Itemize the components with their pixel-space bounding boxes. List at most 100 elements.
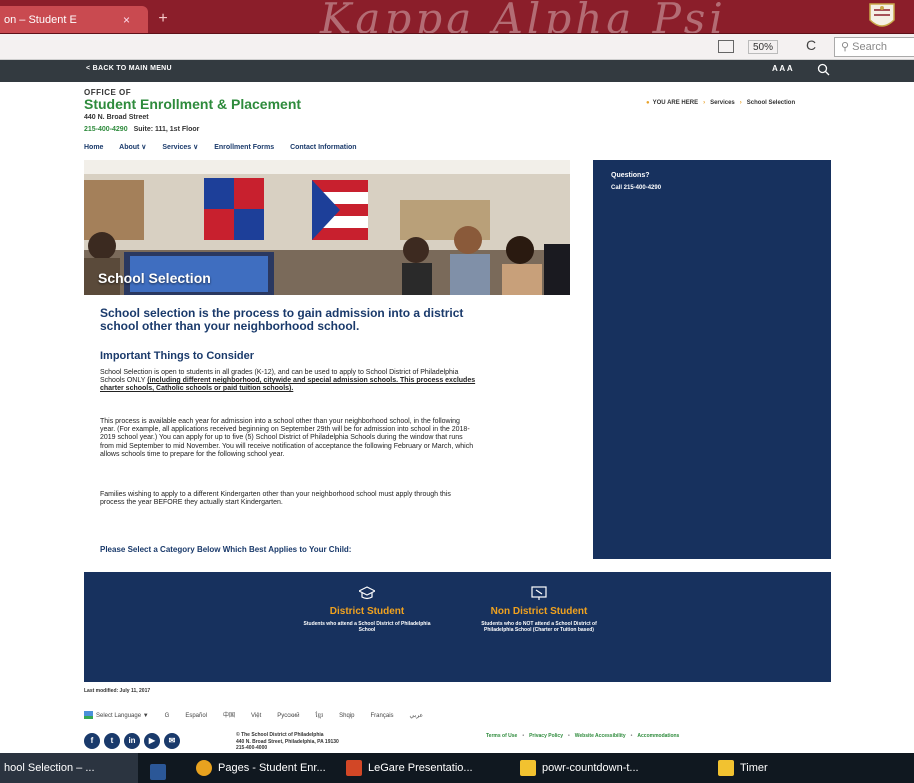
browser-tab[interactable]: on – Student E × [0, 6, 148, 33]
language-link[interactable]: Español [185, 713, 207, 719]
taskbar-item-word[interactable] [150, 753, 178, 783]
taskbar-item-label: powr-countdown-t... [542, 762, 639, 774]
browser-nav-bar: 50% C ⚲ Search [0, 34, 914, 60]
taskbar-item-powerpoint[interactable]: LeGare Presentatio... [346, 753, 496, 783]
browser-tab-bar: on – Student E × + Kappa Alpha Psi [0, 0, 914, 34]
footer-separator: • [522, 733, 525, 739]
footer-separator: • [568, 733, 570, 739]
hero-banner: School Selection [84, 160, 570, 295]
language-bar: Select Language ▼ G Español 中国 Việt Русский ខ្… [84, 710, 439, 720]
folder-icon [520, 760, 536, 777]
theme-crest-icon [869, 3, 895, 27]
breadcrumb-separator-icon: › [703, 100, 706, 106]
non-district-student-card[interactable]: Non District Student Students who do NOT… [474, 572, 604, 633]
email-icon[interactable]: ✉ [164, 733, 180, 749]
eligibility-paragraph: School Selection is open to students in … [100, 369, 476, 394]
district-student-title[interactable]: District Student [302, 606, 432, 618]
district-address-block: © The School District of Philadelphia 44… [236, 732, 339, 752]
language-link[interactable]: Français [371, 713, 394, 719]
folder-icon [718, 760, 734, 777]
district-student-description: Students who attend a School District of… [303, 621, 431, 633]
hero-title: School Selection [98, 270, 211, 286]
language-link[interactable]: 中国 [223, 713, 235, 719]
select-category-heading: Please Select a Category Below Which Bes… [100, 545, 352, 554]
eligibility-underlined-text: (including different neighborhood, cityw… [100, 377, 476, 393]
os-taskbar: hool Selection – ... Pages - Student Enr… [0, 753, 914, 783]
browser-search-input[interactable]: ⚲ Search [834, 37, 914, 57]
menu-item-contact-information[interactable]: Contact Information [290, 144, 357, 151]
menu-item-about[interactable]: About ∨ [119, 144, 146, 151]
taskbar-item-label: Pages - Student Enr... [218, 762, 326, 774]
menu-item-services[interactable]: Services ∨ [162, 144, 198, 151]
reload-icon[interactable]: C [806, 37, 816, 53]
taskbar-item-timer[interactable]: Timer [718, 753, 838, 783]
breadcrumb-item[interactable]: Services [710, 100, 735, 106]
taskbar-item-chrome[interactable]: Pages - Student Enr... [196, 753, 346, 783]
office-contact: 215-400-4290 Suite: 111, 1st Floor [84, 126, 199, 133]
zoom-level[interactable]: 50% [748, 40, 779, 54]
back-to-main-menu-link[interactable]: < BACK TO MAIN MENU [86, 65, 172, 72]
powerpoint-icon [346, 760, 362, 777]
chrome-icon [196, 760, 212, 777]
district-name: © The School District of Philadelphia [236, 732, 324, 738]
questions-sidebar: Questions? Call 215-400-4290 [593, 160, 831, 559]
social-links: f t in ▶ ✉ [84, 733, 180, 749]
graduation-cap-icon [359, 586, 375, 600]
language-link[interactable]: عربي [410, 713, 424, 719]
office-title[interactable]: Student Enrollment & Placement [84, 96, 301, 112]
language-link[interactable]: Shqip [339, 713, 354, 719]
taskbar-item-firefox[interactable]: hool Selection – ... [0, 753, 138, 783]
taskbar-item-folder[interactable]: powr-countdown-t... [520, 753, 700, 783]
taskbar-item-label: LeGare Presentatio... [368, 762, 473, 774]
process-paragraph: This process is available each year for … [100, 418, 474, 458]
menu-item-enrollment-forms[interactable]: Enrollment Forms [214, 144, 274, 151]
footer-links: Terms of Use • Privacy Policy • Website Acce… [486, 733, 679, 739]
non-district-student-description: Students who do NOT attend a School Dist… [481, 621, 597, 633]
select-language-dropdown[interactable]: Select Language ▼ [96, 713, 149, 719]
site-top-bar: < BACK TO MAIN MENU A A A [0, 60, 914, 82]
terms-of-use-link[interactable]: Terms of Use [486, 733, 517, 739]
language-link[interactable]: Việt [251, 713, 261, 719]
district-phone: 215-400-4000 [236, 745, 268, 751]
lead-statement: School selection is the process to gain … [100, 306, 464, 333]
accommodations-link[interactable]: Accommodations [637, 733, 679, 739]
footer-separator: • [630, 733, 633, 739]
font-size-controls[interactable]: A A A [772, 64, 793, 73]
category-band: District Student Students who attend a S… [84, 572, 831, 682]
office-phone[interactable]: 215-400-4290 [84, 126, 128, 133]
district-student-card[interactable]: District Student Students who attend a S… [302, 572, 432, 633]
kindergarten-paragraph: Families wishing to apply to a different… [100, 491, 451, 507]
sidebar-phone[interactable]: Call 215-400-4290 [611, 185, 661, 191]
tab-title: on – Student E [4, 14, 77, 26]
location-pin-icon: ● [646, 100, 650, 106]
new-tab-button[interactable]: + [152, 8, 174, 30]
close-tab-icon[interactable]: × [123, 6, 130, 33]
youtube-icon[interactable]: ▶ [144, 733, 160, 749]
google-translate-icon [84, 711, 93, 720]
privacy-policy-link[interactable]: Privacy Policy [529, 733, 563, 739]
language-link[interactable]: Русский [277, 713, 299, 719]
browser-theme-text: Kappa Alpha Psi [320, 0, 727, 34]
search-placeholder: Search [852, 41, 887, 53]
menu-item-home[interactable]: Home [84, 144, 103, 151]
linkedin-icon[interactable]: in [124, 733, 140, 749]
breadcrumb-you-are-here: YOU ARE HERE [652, 100, 699, 106]
breadcrumb-item[interactable]: School Selection [747, 100, 795, 106]
word-icon [150, 763, 166, 780]
sidebar-title: Questions? [611, 172, 650, 179]
search-icon: ⚲ [841, 41, 853, 53]
reader-view-icon[interactable] [718, 40, 734, 53]
website-accessibility-link[interactable]: Website Accessibility [575, 733, 626, 739]
non-district-student-title[interactable]: Non District Student [474, 606, 604, 618]
section-heading: Important Things to Consider [100, 350, 254, 362]
office-suite: Suite: 111, 1st Floor [133, 126, 200, 133]
facebook-icon[interactable]: f [84, 733, 100, 749]
google-translate-label: G [164, 713, 170, 719]
last-modified: Last modified: July 11, 2017 [84, 688, 151, 694]
taskbar-item-label: Timer [740, 762, 768, 774]
language-link[interactable]: ខ្មែរ [316, 713, 324, 719]
twitter-icon[interactable]: t [104, 733, 120, 749]
office-menu: Home About ∨ Services ∨ Enrollment Forms… [84, 143, 371, 151]
breadcrumb: ● YOU ARE HERE › Services › School Selection [646, 100, 795, 106]
site-search-icon[interactable] [817, 63, 830, 76]
